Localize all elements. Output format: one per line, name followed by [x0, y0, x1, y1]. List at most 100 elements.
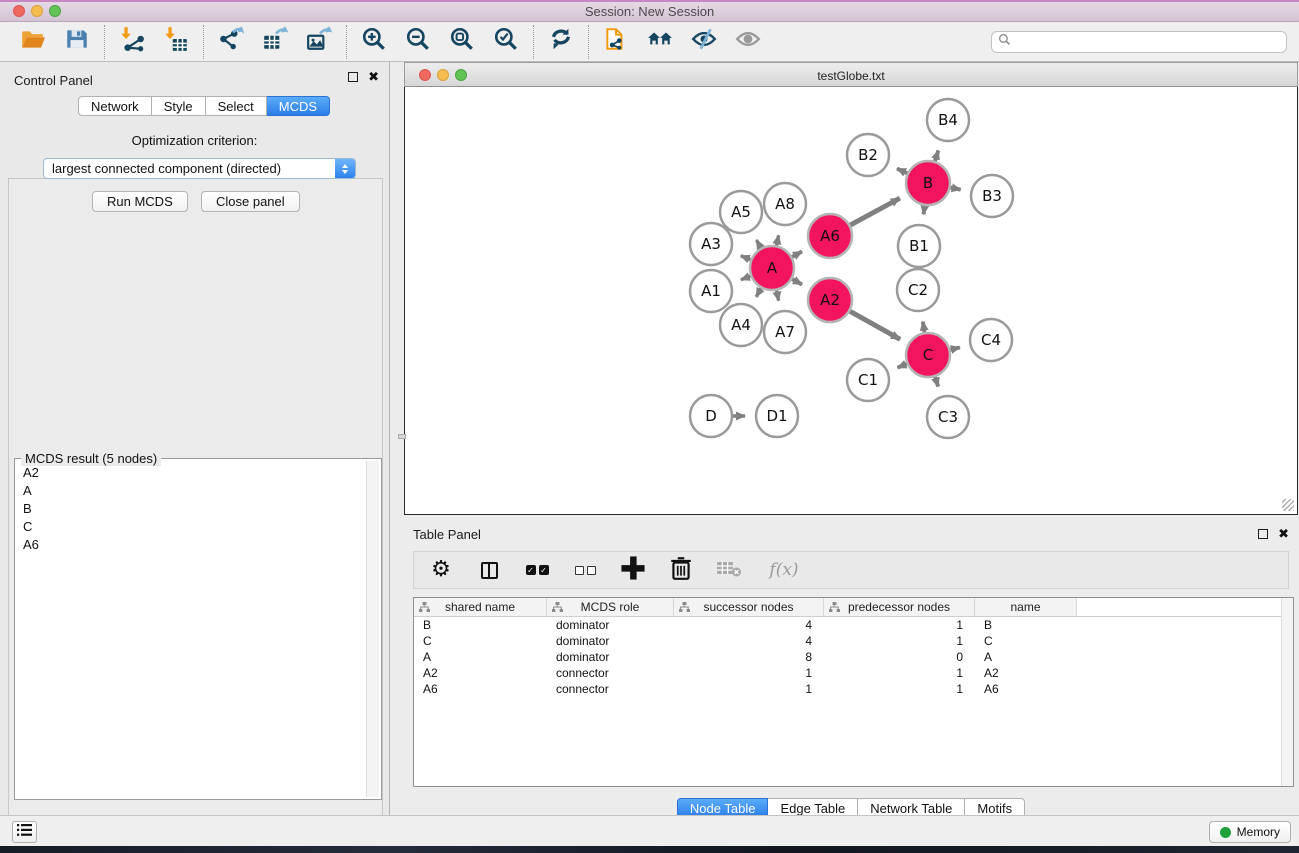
cell-shared-name[interactable]: A2 [414, 665, 547, 681]
cell-predecessor-nodes[interactable]: 1 [824, 681, 975, 697]
tab-network[interactable]: Network [78, 96, 152, 116]
zoom-fit-button[interactable] [447, 27, 477, 57]
mcds-result-item[interactable]: B [17, 499, 365, 517]
edge-A-A3[interactable] [741, 256, 752, 260]
edge-C-C3[interactable] [935, 376, 938, 387]
search-box[interactable] [991, 31, 1287, 53]
edge-A6-B[interactable] [849, 198, 900, 225]
cell-name[interactable]: A [975, 649, 1077, 665]
cell-predecessor-nodes[interactable]: 1 [824, 617, 975, 633]
cell-successor-nodes[interactable]: 4 [674, 617, 824, 633]
mcds-result-list[interactable]: A2ABCA6 [17, 463, 365, 797]
float-table-panel-icon[interactable] [1258, 529, 1268, 539]
delete-table-button[interactable] [716, 557, 742, 583]
edge-A2-C[interactable] [849, 311, 900, 340]
cell-successor-nodes[interactable]: 8 [674, 649, 824, 665]
deselect-all-columns-button[interactable] [572, 557, 598, 583]
zoom-in-button[interactable] [359, 27, 389, 57]
edge-B-B3[interactable] [950, 187, 961, 189]
edge-C-C4[interactable] [949, 347, 959, 349]
tab-style[interactable]: Style [152, 96, 206, 116]
network-canvas[interactable]: B4B2BB3B1A5A8A6A3AA1A2C2A4A7CC4C1C3DD1 [404, 87, 1298, 515]
close-table-panel-icon[interactable]: ✖ [1278, 529, 1289, 539]
cell-successor-nodes[interactable]: 4 [674, 633, 824, 649]
cell-predecessor-nodes[interactable]: 0 [824, 649, 975, 665]
cell-MCDS-role[interactable]: connector [547, 681, 674, 697]
cell-shared-name[interactable]: B [414, 617, 547, 633]
column-header-name[interactable]: name [975, 598, 1077, 616]
houses-button[interactable] [645, 27, 675, 57]
save-session-button[interactable] [62, 27, 92, 57]
cell-name[interactable]: C [975, 633, 1077, 649]
table-scrollbar[interactable] [1281, 598, 1293, 786]
network-from-file-button[interactable] [601, 27, 631, 57]
search-input[interactable] [1015, 35, 1280, 49]
column-header-MCDS-role[interactable]: MCDS role [547, 598, 674, 616]
cell-MCDS-role[interactable]: dominator [547, 633, 674, 649]
export-image-button[interactable] [304, 27, 334, 57]
optimization-criterion-select[interactable]: largest connected component (directed) [43, 158, 356, 179]
refresh-button[interactable] [546, 27, 576, 57]
show-panels-button[interactable] [12, 821, 37, 843]
edge-A-A2[interactable] [791, 279, 802, 285]
edge-A-A8[interactable] [776, 235, 778, 246]
show-details-button[interactable] [733, 27, 763, 57]
cell-name[interactable]: A6 [975, 681, 1077, 697]
splitter-grip-left[interactable] [398, 434, 406, 439]
close-panel-icon[interactable]: ✖ [368, 72, 379, 82]
cell-MCDS-role[interactable]: connector [547, 665, 674, 681]
cell-shared-name[interactable]: C [414, 633, 547, 649]
cell-predecessor-nodes[interactable]: 1 [824, 665, 975, 681]
edge-A-A7[interactable] [776, 290, 778, 301]
mcds-result-item[interactable]: C [17, 517, 365, 535]
tab-select[interactable]: Select [206, 96, 267, 116]
cell-name[interactable]: B [975, 617, 1077, 633]
delete-column-button[interactable] [668, 557, 694, 583]
column-header-predecessor-nodes[interactable]: predecessor nodes [824, 598, 975, 616]
edge-C-C1[interactable] [898, 363, 908, 367]
cell-successor-nodes[interactable]: 1 [674, 681, 824, 697]
network-graph[interactable]: B4B2BB3B1A5A8A6A3AA1A2C2A4A7CC4C1C3DD1 [405, 87, 1297, 513]
column-settings-button[interactable]: ⚙ [428, 557, 454, 583]
table-row[interactable]: A6connector11A6 [414, 681, 1293, 697]
table-row[interactable]: Bdominator41B [414, 617, 1293, 633]
memory-button[interactable]: Memory [1209, 821, 1291, 843]
close-panel-button[interactable]: Close panel [201, 191, 300, 212]
edge-A-A4[interactable] [756, 287, 761, 297]
open-session-button[interactable] [18, 27, 48, 57]
table-row[interactable]: Adominator80A [414, 649, 1293, 665]
edge-B-B1[interactable] [924, 205, 925, 215]
float-panel-icon[interactable] [348, 72, 358, 82]
edge-A-A1[interactable] [741, 276, 751, 280]
run-mcds-button[interactable]: Run MCDS [92, 191, 188, 212]
hide-details-button[interactable] [689, 27, 719, 57]
mcds-result-item[interactable]: A [17, 481, 365, 499]
cell-shared-name[interactable]: A [414, 649, 547, 665]
export-network-button[interactable] [216, 27, 246, 57]
add-column-button[interactable] [620, 557, 646, 583]
cell-predecessor-nodes[interactable]: 1 [824, 633, 975, 649]
result-scrollbar[interactable] [366, 461, 379, 797]
edge-B-B4[interactable] [935, 150, 939, 162]
import-table-button[interactable] [161, 27, 191, 57]
cell-MCDS-role[interactable]: dominator [547, 617, 674, 633]
cell-name[interactable]: A2 [975, 665, 1077, 681]
zoom-out-button[interactable] [403, 27, 433, 57]
zoom-selected-button[interactable] [491, 27, 521, 57]
network-window-titlebar[interactable]: testGlobe.txt [404, 62, 1298, 87]
cell-successor-nodes[interactable]: 1 [674, 665, 824, 681]
edge-C-C2[interactable] [923, 322, 925, 334]
tab-mcds[interactable]: MCDS [267, 96, 330, 116]
edge-A-A6[interactable] [791, 251, 802, 257]
column-header-successor-nodes[interactable]: successor nodes [674, 598, 824, 616]
show-columns-button[interactable] [476, 557, 502, 583]
edge-B-B2[interactable] [897, 169, 908, 174]
edge-A-A5[interactable] [756, 240, 761, 249]
select-all-columns-button[interactable]: ✓✓ [524, 557, 550, 583]
resize-handle-icon[interactable] [1282, 499, 1294, 511]
column-header-shared-name[interactable]: shared name [414, 598, 547, 616]
cell-MCDS-role[interactable]: dominator [547, 649, 674, 665]
table-row[interactable]: A2connector11A2 [414, 665, 1293, 681]
cell-shared-name[interactable]: A6 [414, 681, 547, 697]
import-network-button[interactable] [117, 27, 147, 57]
